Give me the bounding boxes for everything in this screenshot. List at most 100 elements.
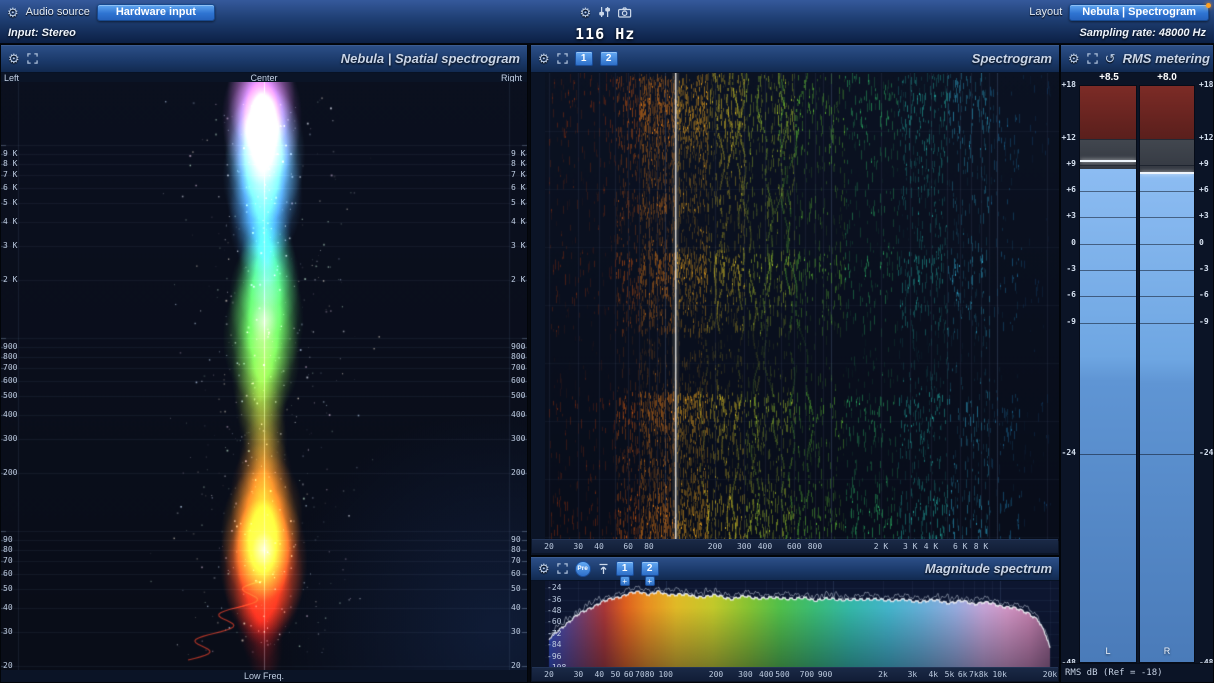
magnitude-spectrum-display[interactable]: -24-36-48-60-72-84-96-108 <box>545 581 1059 671</box>
stereo-position-labels: Left Center Right <box>1 73 527 83</box>
meter-scale-label: +18 <box>1199 80 1214 89</box>
spatial-settings-icon[interactable]: ⚙ <box>8 52 20 65</box>
meter-scale-label: -9 <box>1066 316 1076 326</box>
meter-values-row: +8.5 +8.0 <box>1061 72 1213 84</box>
snapshot-icon[interactable] <box>617 6 631 18</box>
freq-axis-label: 8k <box>978 670 989 679</box>
frequency-readout: 116 Hz <box>575 25 636 43</box>
layer-2-button[interactable]: 2 <box>640 561 659 576</box>
meter-tickline <box>1140 243 1194 245</box>
layout-preset-button[interactable]: Nebula | Spectrogram <box>1069 3 1209 21</box>
freq-axis-label: 80 <box>644 670 655 679</box>
freq-axis-label: 400 <box>759 670 774 679</box>
meter-tickline <box>1080 217 1136 219</box>
layer-1-button[interactable]: 1 <box>574 51 593 66</box>
freq-axis-label: 6 K <box>952 542 968 551</box>
sampling-rate-label: Sampling rate: 48000 Hz <box>1079 27 1206 39</box>
top-toolbar: ⚙ Audio source Hardware input ⚙ Layout N… <box>0 0 1214 44</box>
layer-2-group: 2 + <box>640 561 659 586</box>
freq-axis-label: 80 <box>644 542 654 551</box>
meter-peak-line <box>1140 171 1194 174</box>
global-settings-icon[interactable]: ⚙ <box>580 6 592 19</box>
layer-1-add-button[interactable]: + <box>619 576 630 586</box>
meter-scale-label: -9 <box>1199 316 1209 326</box>
meter-tickline <box>1080 243 1136 245</box>
spectrogram-settings-icon[interactable]: ⚙ <box>538 52 550 65</box>
freq-axis-label: 7k <box>969 670 979 679</box>
meter-scale-label: -6 <box>1199 290 1209 300</box>
spatial-spectrogram-display[interactable]: 9 K9 K8 K8 K7 K7 K6 K6 K5 K5 K4 K4 K3 K3… <box>1 82 527 670</box>
freq-axis-label: 700 <box>799 670 815 679</box>
freq-axis-label: 200 <box>708 670 724 679</box>
hardware-input-button[interactable]: Hardware input <box>96 3 215 21</box>
spectrogram-display[interactable] <box>545 73 1059 541</box>
freq-axis-label: 20 <box>544 542 554 551</box>
freq-axis-label: 4k <box>928 670 939 679</box>
meter-tickline <box>1140 164 1194 166</box>
meter-scale-label: 0 <box>1199 237 1204 247</box>
meter-scale-label: -24 <box>1199 447 1214 457</box>
meter-tickline <box>1080 453 1136 455</box>
layer-2-add-button[interactable]: + <box>644 576 655 586</box>
rms-reference-label: RMS dB (Ref = -18) <box>1061 663 1213 682</box>
spatial-spectrogram-panel: ⚙ Nebula | Spatial spectrogram Left Cent… <box>0 44 528 683</box>
meter-scale-label: +3 <box>1066 211 1076 221</box>
freq-axis-label: 2 K <box>873 542 889 551</box>
meter-scale-label: +6 <box>1199 185 1209 195</box>
fullscreen-icon[interactable] <box>556 53 568 64</box>
meter-scale-label: +9 <box>1066 158 1076 168</box>
layer-2-button[interactable]: 2 <box>599 51 618 66</box>
meter-red-zone <box>1080 86 1136 139</box>
status-dot <box>1206 3 1211 8</box>
freq-axis-label: 3k <box>907 670 918 679</box>
right-meter-bar: R <box>1139 85 1195 663</box>
rms-metering-panel: ⚙ ↺ RMS metering +8.5 +8.0 +18 +12 +9 +6 +3 0… <box>1060 44 1214 683</box>
freq-axis-label: 300 <box>738 670 753 679</box>
pre-post-button[interactable]: Pre <box>574 560 591 577</box>
spectrogram-panel-header: ⚙ 1 2 Spectrogram <box>531 45 1059 73</box>
meter-scale-label: -6 <box>1066 290 1076 300</box>
layout-label: Layout <box>1029 6 1063 18</box>
spatial-panel-title: Nebula | Spatial spectrogram <box>340 51 520 66</box>
input-channels-label: Input: Stereo <box>8 27 76 39</box>
meter-peak-line <box>1080 160 1136 163</box>
right-meter-value: +8.0 <box>1157 72 1177 83</box>
peak-hold-icon[interactable] <box>598 563 609 575</box>
right-channel-label: R <box>1163 646 1171 656</box>
spectrogram-canvas <box>545 73 1059 541</box>
audio-settings-icon[interactable]: ⚙ <box>7 6 19 19</box>
freq-axis-label: 500 <box>775 670 790 679</box>
meter-tickline <box>1080 138 1136 140</box>
layer-1-button[interactable]: 1 <box>615 561 634 576</box>
reset-icon[interactable]: ↺ <box>1105 52 1116 65</box>
meter-tickline <box>1080 322 1136 324</box>
fullscreen-icon[interactable] <box>1086 53 1098 64</box>
layer-1-group: 1 + <box>615 561 634 586</box>
fullscreen-icon[interactable] <box>26 53 38 64</box>
freq-axis-label: 600 <box>786 542 802 551</box>
meter-scale-label: -3 <box>1066 263 1076 273</box>
freq-axis-label: 800 <box>807 542 823 551</box>
rms-meter-display: +18+12+9+6+30-3-6-9-24-48 L R +18+12+9+6… <box>1061 81 1214 667</box>
spatial-spectrogram-canvas <box>1 82 527 670</box>
meter-scale-label: +18 <box>1061 80 1076 89</box>
meter-tickline <box>1080 269 1136 271</box>
spatial-panel-header: ⚙ Nebula | Spatial spectrogram <box>1 45 527 73</box>
freq-axis-label: 60 <box>623 542 634 551</box>
left-channel-label: L <box>1105 646 1111 656</box>
low-freq-label: Low Freq. <box>243 671 285 681</box>
freq-axis-label: 8 K <box>973 542 989 551</box>
fullscreen-icon[interactable] <box>556 563 568 574</box>
meter-tickline <box>1140 453 1194 455</box>
meter-tickline <box>1080 191 1136 193</box>
freq-axis-label: 40 <box>594 670 605 679</box>
freq-axis-label: 2k <box>878 670 888 679</box>
meter-scale-label: +6 <box>1066 185 1076 195</box>
rms-settings-icon[interactable]: ⚙ <box>1068 52 1080 65</box>
meter-scale-right: +18+12+9+6+30-3-6-9-24-48 <box>1197 81 1214 667</box>
magnitude-frequency-axis: 20 30 40 50 60 70 80 100 200 300 400 500 700 900 2k 3k 4… <box>532 667 1058 681</box>
magnitude-settings-icon[interactable]: ⚙ <box>538 562 550 575</box>
freq-axis-label: 20k <box>1042 670 1058 679</box>
mixer-icon[interactable] <box>598 6 610 18</box>
meter-tickline <box>1140 191 1194 193</box>
